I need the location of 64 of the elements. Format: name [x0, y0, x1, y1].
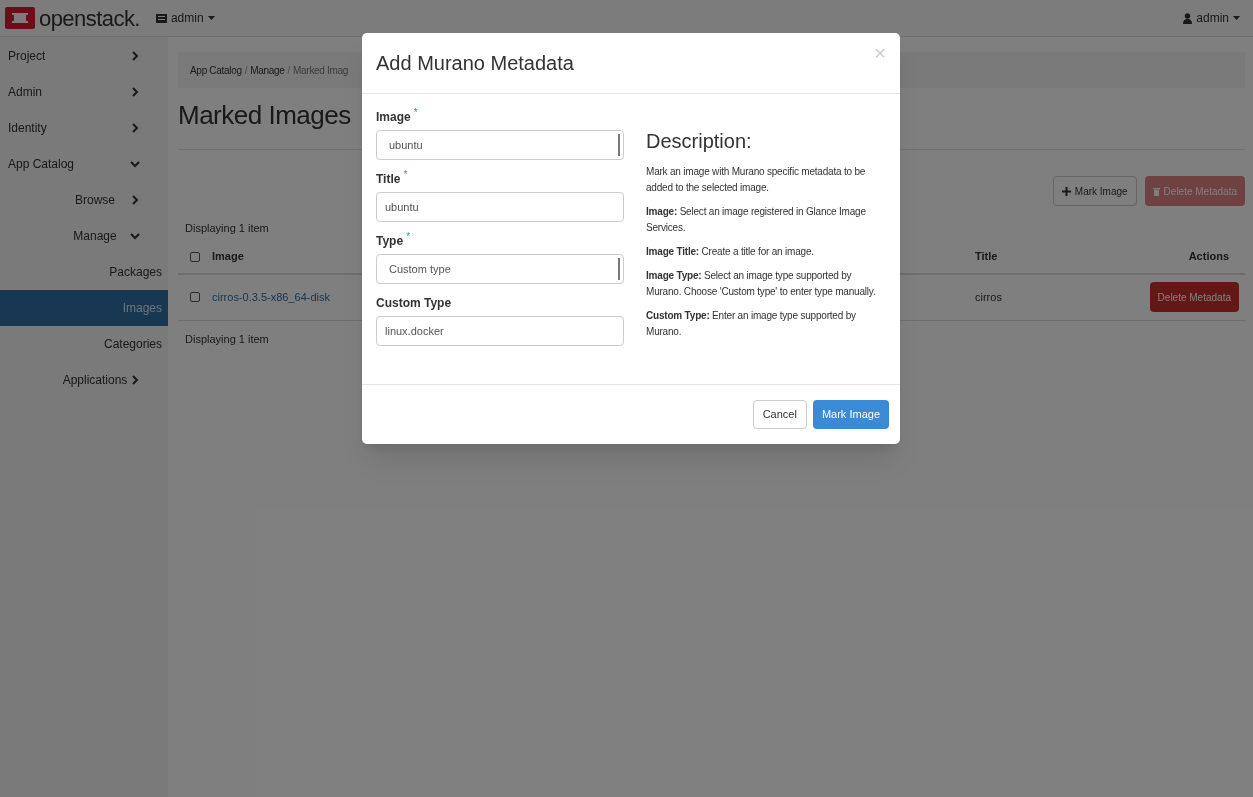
- sidebar-item[interactable]: Identity: [0, 110, 168, 146]
- breadcrumb-link[interactable]: App Catalog: [190, 62, 242, 78]
- select-all-checkbox[interactable]: [190, 251, 200, 262]
- field-label: Type: [376, 233, 404, 250]
- chevron-right-icon: [130, 375, 140, 385]
- table-cell-text: cirros: [975, 289, 1003, 305]
- sidebar-item[interactable]: Browse: [0, 182, 168, 218]
- mark-image-button[interactable]: Mark Image: [1052, 176, 1137, 206]
- row-checkbox[interactable]: [190, 292, 200, 302]
- required-mark: *: [413, 108, 418, 118]
- sidebar-item[interactable]: Project: [0, 38, 168, 74]
- chevron-down-icon: [130, 159, 140, 169]
- project-menu[interactable]: admin: [155, 9, 215, 27]
- breadcrumb-link[interactable]: Manage: [250, 62, 285, 78]
- breadcrumb-separator: /: [244, 63, 248, 78]
- sidebar-item[interactable]: Manage: [0, 218, 168, 254]
- sidebar-item[interactable]: Categories: [0, 326, 168, 362]
- sidebar-item[interactable]: Admin: [0, 74, 168, 110]
- description-text: Image Title: Create a title for an image.: [646, 245, 815, 259]
- delete-metadata-button[interactable]: Delete Metadata: [1149, 282, 1239, 312]
- user-menu[interactable]: admin: [1183, 9, 1248, 27]
- user-icon: [1183, 12, 1193, 24]
- breadcrumb-separator: /: [287, 63, 291, 78]
- chevron-down-icon: [130, 231, 140, 241]
- required-mark: *: [406, 232, 411, 242]
- input-field[interactable]: ubuntu: [376, 192, 624, 222]
- field-label: Title: [376, 171, 401, 188]
- list-icon: [155, 13, 167, 23]
- description-text: Custom Type: Enter an image type supported by Murano.: [646, 309, 857, 339]
- table-summary: Displaying 1 item: [185, 331, 269, 347]
- chevron-right-icon: [130, 51, 140, 61]
- description-text: Mark an image with Murano specific metadata to be added to the selected image.: [646, 165, 867, 195]
- plus-icon: [1061, 186, 1071, 196]
- required-mark: *: [403, 170, 408, 180]
- image-link[interactable]: cirros-0.3.5-x86_64-disk: [212, 288, 330, 306]
- caret-icon: [207, 16, 215, 20]
- sidebar-item[interactable]: App Catalog: [0, 146, 168, 182]
- chevron-right-icon: [130, 195, 140, 205]
- column-header: Actions: [1187, 249, 1230, 265]
- mark-image-button[interactable]: Mark Image: [812, 400, 889, 429]
- chevron-right-icon: [130, 123, 140, 133]
- logo-icon: [5, 7, 35, 29]
- cancel-button[interactable]: Cancel: [752, 400, 807, 429]
- sidebar-item[interactable]: Packages: [0, 254, 168, 290]
- input-field[interactable]: linux.docker: [376, 316, 624, 346]
- dropdown-handle-icon: [618, 134, 621, 156]
- description-text: Image: Select an image registered in Glance Image Services.: [646, 205, 867, 235]
- sidebar-item[interactable]: Images: [0, 290, 168, 326]
- page-title: Marked Images: [178, 99, 351, 132]
- description-text: Image Type: Select an image type supported by Murano. Choose 'Custom type' to enter type manually.: [646, 269, 877, 299]
- table-summary: Displaying 1 item: [185, 221, 269, 236]
- column-header: Image: [212, 249, 244, 265]
- logo-text: openstack.: [39, 4, 140, 33]
- field-label: Image: [376, 109, 411, 126]
- sidebar-item[interactable]: Applications: [0, 362, 168, 398]
- dropdown-handle-icon: [618, 258, 621, 280]
- select-field[interactable]: ubuntu: [376, 130, 624, 160]
- select-field[interactable]: Custom type: [376, 254, 624, 284]
- chevron-right-icon: [130, 87, 140, 97]
- description-heading: Description:: [646, 129, 753, 154]
- caret-icon: [1233, 16, 1240, 20]
- column-header: Title: [975, 249, 999, 265]
- field-label: Custom Type: [376, 295, 452, 312]
- modal-title: Add Murano Metadata: [376, 51, 574, 76]
